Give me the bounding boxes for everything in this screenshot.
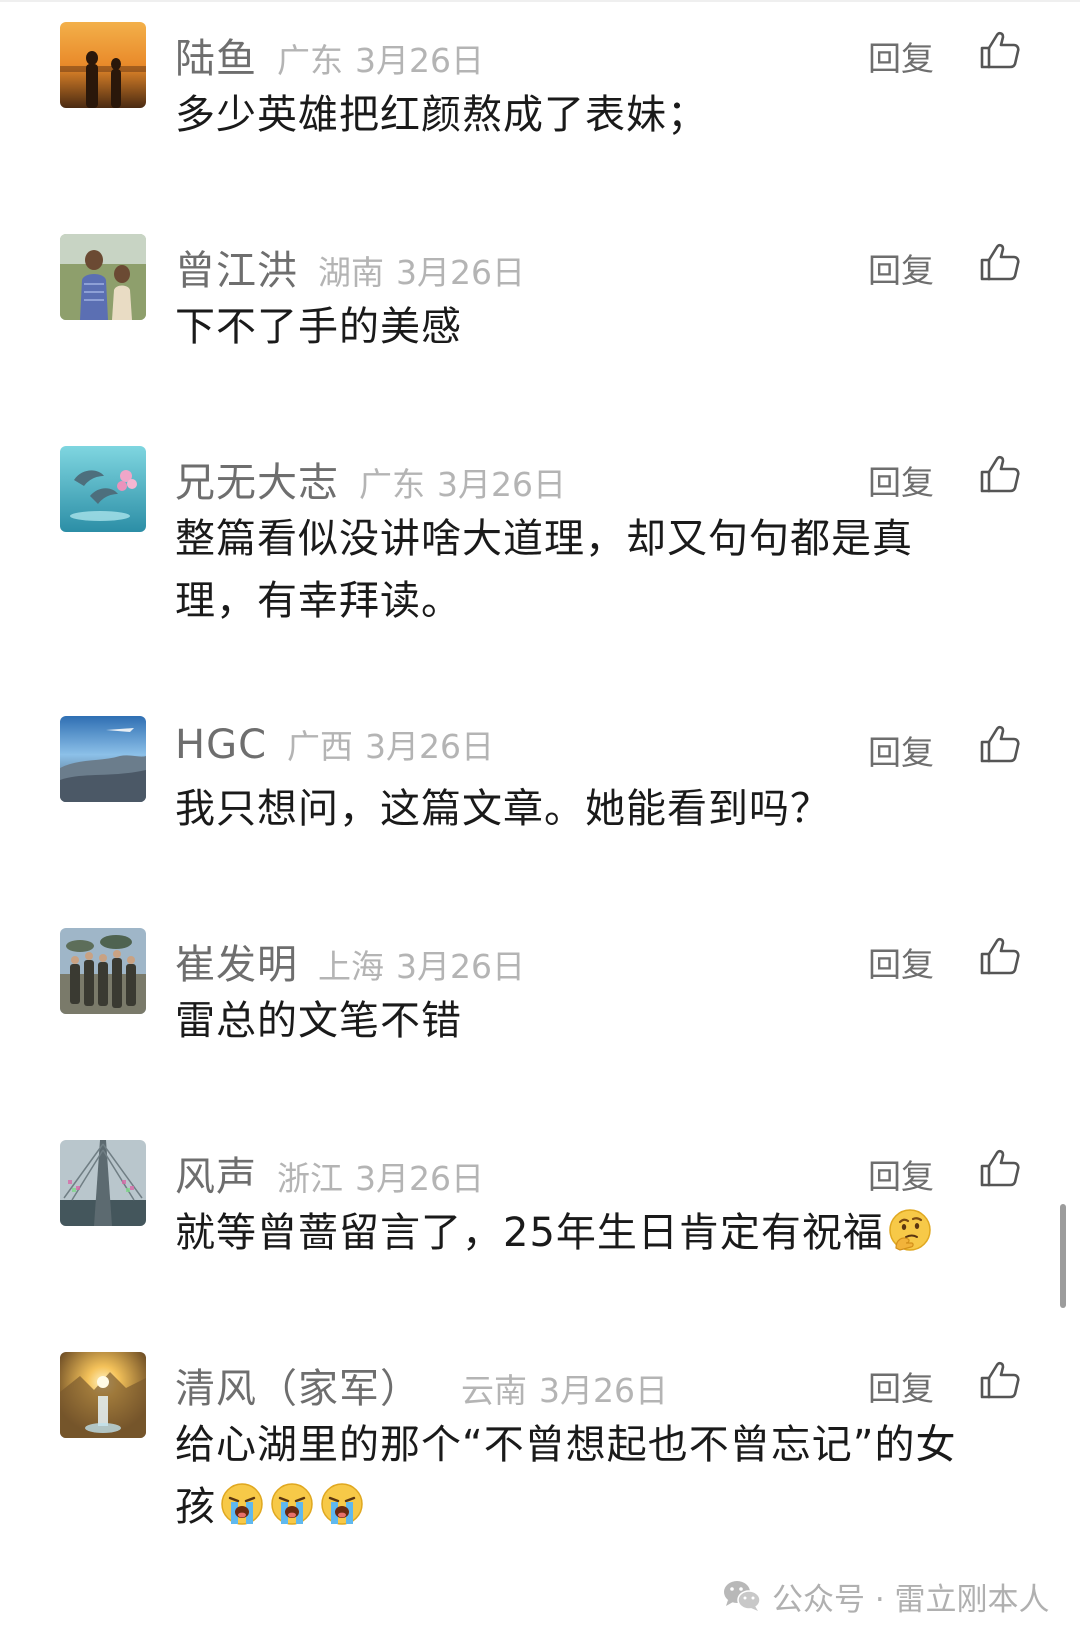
comment-text: 下不了手的美感: [175, 296, 995, 358]
thumbs-up-icon[interactable]: [978, 240, 1022, 284]
comment-text: 就等曾蔷留言了，25年生日肯定有祝福: [175, 1202, 995, 1264]
comment-line: 就等曾蔷留言了，25年生日肯定有祝福: [175, 1202, 995, 1264]
comment-line: 下不了手的美感: [175, 304, 462, 350]
comment-line-text: 就等曾蔷留言了，25年生日肯定有祝福: [175, 1210, 884, 1256]
thumbs-up-icon[interactable]: [978, 1358, 1022, 1402]
location: 广西: [287, 727, 354, 766]
comment-meta: 风声 浙江 3月26日: [175, 1144, 484, 1200]
nickname[interactable]: 风声: [175, 1144, 257, 1202]
thumbs-up-icon[interactable]: [978, 1146, 1022, 1190]
location: 云南: [461, 1371, 527, 1410]
date: 3月26日: [539, 1371, 668, 1410]
avatar[interactable]: [60, 22, 146, 108]
thumbs-up-icon[interactable]: [978, 934, 1022, 978]
date: 3月26日: [355, 1159, 484, 1198]
comment-text: 雷总的文笔不错: [175, 990, 995, 1052]
comment-line: 理，有幸拜读。: [175, 578, 462, 624]
avatar[interactable]: [60, 928, 146, 1014]
nickname[interactable]: 清风（家军）: [175, 1356, 421, 1414]
comment-text: 整篇看似没讲啥大道理，却又句句都是真 理，有幸拜读。: [175, 508, 995, 632]
comment-list: 陆鱼 广东 3月26日 回复 多少英雄把红颜熬成了表妹； 曾江洪 湖南 3月26…: [0, 0, 1080, 1638]
location: 广东: [359, 465, 425, 504]
watermark-text: 公众号 · 雷立刚本人: [772, 1581, 1050, 1618]
comment-text: 我只想问，这篇文章。她能看到吗？: [175, 778, 995, 840]
comment-line: 多少英雄把红颜熬成了表妹；: [175, 92, 708, 138]
location: 湖南: [318, 253, 384, 292]
comment-meta: 曾江洪 湖南 3月26日: [175, 238, 525, 294]
date: 3月26日: [396, 253, 525, 292]
thumbs-up-icon[interactable]: [978, 452, 1022, 496]
nickname[interactable]: 曾江洪: [175, 238, 298, 296]
comment-line: 给心湖里的那个“不曾想起也不曾忘记”的女: [175, 1422, 957, 1468]
reply-button[interactable]: 回复: [868, 938, 934, 986]
comment-meta: HGC 广西 3月26日: [175, 720, 494, 768]
nickname[interactable]: 兄无大志: [175, 450, 339, 508]
avatar[interactable]: [60, 1352, 146, 1438]
comment-line: 雷总的文笔不错: [175, 998, 462, 1044]
comment-meta: 陆鱼 广东 3月26日: [175, 26, 484, 82]
avatar[interactable]: [60, 1140, 146, 1226]
thumbs-up-icon[interactable]: [978, 28, 1022, 72]
date: 3月26日: [437, 465, 566, 504]
nickname[interactable]: 崔发明: [175, 932, 298, 990]
crying-face-emoji: [218, 1480, 266, 1528]
watermark: 公众号 · 雷立刚本人: [722, 1570, 1050, 1622]
date: 3月26日: [365, 727, 495, 766]
comment-line-text: 孩: [175, 1484, 216, 1530]
date: 3月26日: [396, 947, 525, 986]
comment-line: 整篇看似没讲啥大道理，却又句句都是真: [175, 516, 913, 562]
reply-button[interactable]: 回复: [868, 244, 934, 292]
avatar[interactable]: [60, 446, 146, 532]
reply-button[interactable]: 回复: [868, 32, 934, 80]
nickname[interactable]: 陆鱼: [175, 26, 257, 84]
comment-meta: 清风（家军） 云南 3月26日: [175, 1356, 668, 1412]
crying-face-emoji: [318, 1480, 366, 1528]
comment-text: 给心湖里的那个“不曾想起也不曾忘记”的女 孩: [175, 1414, 995, 1538]
thinking-face-emoji: [886, 1206, 934, 1254]
date: 3月26日: [355, 41, 484, 80]
reply-button[interactable]: 回复: [868, 1150, 934, 1198]
reply-button[interactable]: 回复: [868, 1362, 934, 1410]
location: 浙江: [277, 1159, 343, 1198]
wechat-icon: [722, 1578, 762, 1614]
avatar[interactable]: [60, 716, 146, 802]
comment-line: 我只想问，这篇文章。她能看到吗？: [175, 786, 831, 832]
reply-button[interactable]: 回复: [868, 726, 934, 774]
comment-line: 孩: [175, 1476, 995, 1538]
nickname[interactable]: HGC: [175, 722, 267, 768]
scrollbar[interactable]: [1060, 1204, 1066, 1308]
reply-button[interactable]: 回复: [868, 456, 934, 504]
crying-face-emoji: [268, 1480, 316, 1528]
avatar[interactable]: [60, 234, 146, 320]
comment-meta: 兄无大志 广东 3月26日: [175, 450, 566, 506]
comment-text: 多少英雄把红颜熬成了表妹；: [175, 84, 995, 146]
location: 广东: [277, 41, 343, 80]
thumbs-up-icon[interactable]: [978, 722, 1022, 766]
comment-meta: 崔发明 上海 3月26日: [175, 932, 525, 988]
location: 上海: [318, 947, 384, 986]
